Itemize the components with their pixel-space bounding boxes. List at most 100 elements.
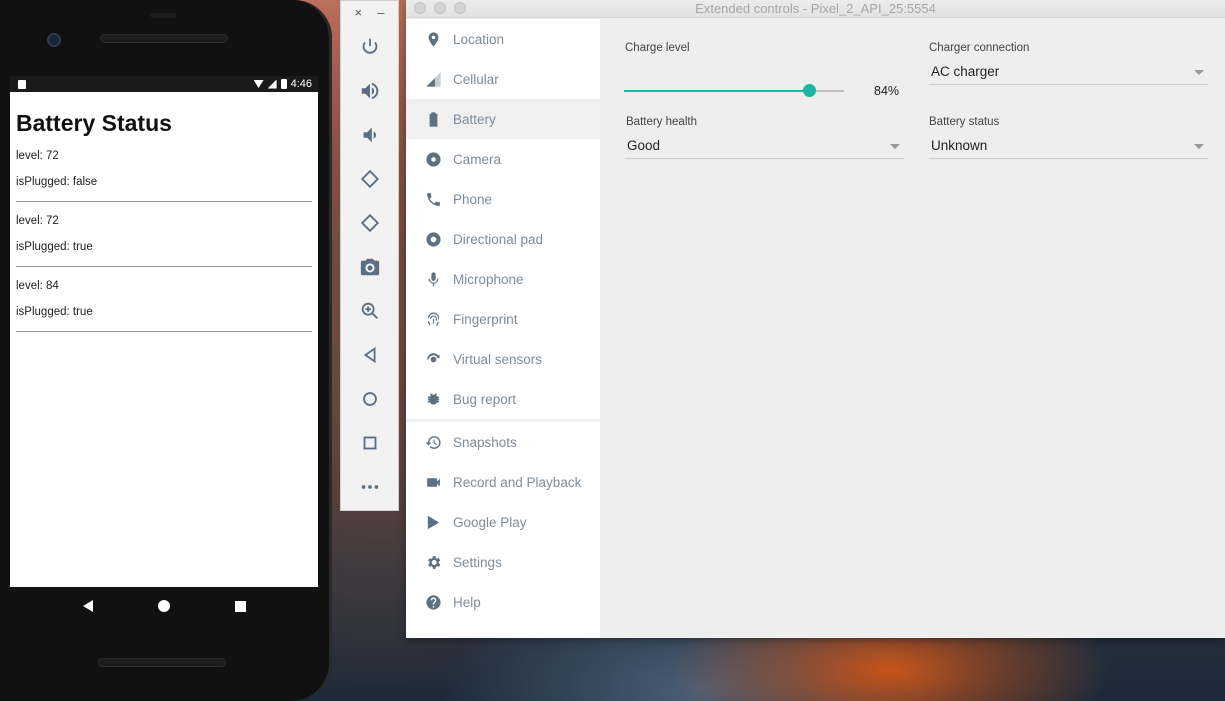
sidebar-item-battery[interactable]: Battery [406,99,600,139]
battery-icon [424,110,442,128]
charge-level-value: 84% [874,84,900,98]
charger-connection-value: AC charger [931,64,1000,79]
sidebar-item-record-and-playback[interactable]: Record and Playback [406,462,600,502]
android-phone-frame: 4:46 Battery Status level: 72 isPlugged:… [0,0,332,701]
sd-card-icon [18,79,26,89]
sidebar-item-label: Bug report [453,391,517,407]
front-camera [47,33,61,47]
level-text: level: 72 [16,215,59,227]
sidebar-item-fingerprint[interactable]: Fingerprint [406,299,600,339]
home-circle-icon[interactable] [157,600,170,612]
location-pin-icon [424,30,442,48]
plugged-text: isPlugged: false [16,176,98,188]
gear-icon [424,553,442,571]
sidebar-item-help[interactable]: Help [406,582,600,622]
home-button[interactable] [350,379,390,419]
battery-status-select[interactable]: Unknown [929,133,1208,159]
rotate-right-icon [360,213,379,233]
bug-icon [424,390,442,408]
power-icon [362,38,377,54]
sidebar-item-microphone[interactable]: Microphone [406,259,600,299]
overview-button[interactable] [350,423,390,463]
charge-level-slider[interactable] [624,84,844,97]
sidebar-item-label: Google Play [453,514,527,530]
window-titlebar: Extended controls - Pixel_2_API_25:5554 [406,0,1225,18]
sidebar-item-label: Microphone [453,271,524,287]
volume-down-icon [363,127,376,143]
sidebar-item-virtual-sensors[interactable]: Virtual sensors [406,339,600,379]
rotate-left-icon [360,169,379,189]
home-icon [362,392,377,406]
battery-status-icon [280,79,287,89]
virtual-sensors-icon [424,350,442,368]
help-icon [424,593,442,611]
camera-aperture-icon [424,150,442,168]
cellular-signal-icon [424,70,442,88]
more-button[interactable] [350,467,390,507]
sidebar-item-label: Snapshots [453,434,517,450]
extended-controls-window: Extended controls - Pixel_2_API_25:5554 … [406,0,1225,638]
volume-up-button[interactable] [350,71,390,111]
more-icon [361,485,378,489]
chevron-down-icon [890,144,900,149]
sidebar-item-snapshots[interactable]: Snapshots [406,422,600,462]
list-item: level: 72 isPlugged: false [16,149,312,202]
battery-health-value: Good [627,138,661,153]
level-text: level: 72 [16,150,59,162]
zoom-icon [361,302,378,319]
status-bar: 4:46 [10,76,318,92]
rotate-left-button[interactable] [350,159,390,199]
level-text: level: 84 [16,280,59,292]
sidebar-item-label: Help [453,594,481,610]
sidebar-item-label: Virtual sensors [453,351,543,367]
sidebar-item-location[interactable]: Location [406,19,600,59]
rotate-right-button[interactable] [350,203,390,243]
fingerprint-icon [424,310,442,328]
app-title: Battery Status [16,110,172,136]
wifi-icon [253,80,264,88]
back-triangle-icon[interactable] [82,600,93,612]
sidebar-item-google-play[interactable]: Google Play [406,502,600,542]
sidebar-item-directional-pad[interactable]: Directional pad [406,219,600,259]
screenshot-button[interactable] [350,247,390,287]
sidebar-item-settings[interactable]: Settings [406,542,600,582]
battery-health-label: Battery health [626,116,697,128]
close-icon[interactable]: × [355,5,363,23]
chevron-down-icon [1194,70,1204,75]
sidebar-item-label: Directional pad [453,231,544,247]
plugged-text: isPlugged: true [16,306,93,318]
back-button[interactable] [350,335,390,375]
sidebar-item-label: Phone [453,191,493,207]
minimize-icon[interactable]: – [377,5,384,23]
bottom-speaker-grille [98,658,226,667]
phone-screen: 4:46 Battery Status level: 72 isPlugged:… [10,76,318,587]
zoom-button[interactable] [350,291,390,331]
sidebar-item-camera[interactable]: Camera [406,139,600,179]
play-store-icon [424,513,442,531]
sidebar-item-bug-report[interactable]: Bug report [406,379,600,419]
sidebar-item-label: Fingerprint [453,311,518,327]
sidebar-item-label: Battery [453,111,496,127]
phone-handset-icon [424,190,442,208]
app-content: Battery Status level: 72 isPlugged: fals… [10,92,318,332]
charge-level-slider-thumb[interactable] [802,84,816,97]
status-time: 4:46 [290,78,312,90]
sidebar-item-cellular[interactable]: Cellular [406,59,600,99]
volume-down-button[interactable] [350,115,390,155]
sidebar-item-label: Settings [453,554,502,570]
sidebar-item-label: Camera [453,151,502,167]
power-button[interactable] [350,27,390,67]
microphone-icon [424,270,442,288]
charge-level-label: Charge level [625,42,690,54]
charger-connection-label: Charger connection [929,42,1030,54]
camera-icon [360,258,379,276]
battery-panel: Charge level 84% Charger connection AC c… [600,19,1225,638]
emulator-toolbar: × – [340,0,399,511]
android-nav-bar [10,587,318,625]
battery-health-select[interactable]: Good [625,133,904,159]
charge-level-slider-fill [624,90,809,92]
charger-connection-select[interactable]: AC charger [929,59,1208,85]
recents-square-icon[interactable] [234,600,246,612]
window-title: Extended controls - Pixel_2_API_25:5554 [695,1,936,16]
sidebar-item-phone[interactable]: Phone [406,179,600,219]
